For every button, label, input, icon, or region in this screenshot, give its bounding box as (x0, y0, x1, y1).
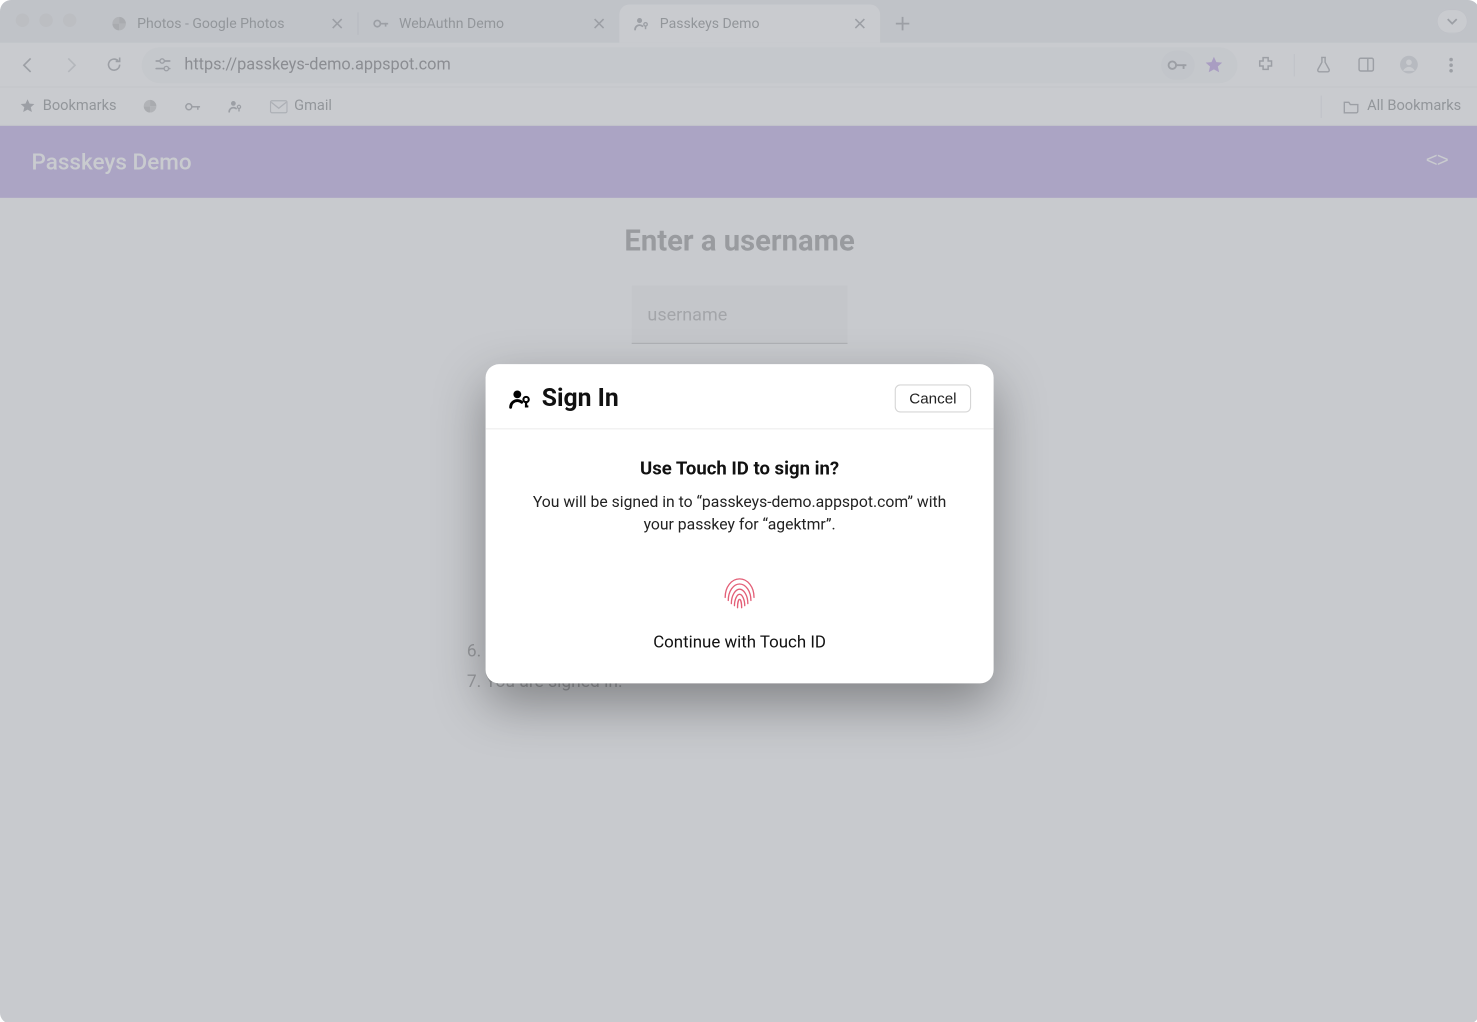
signin-dialog: Sign In Cancel Use Touch ID to sign in? … (486, 364, 994, 683)
continue-touchid-label: Continue with Touch ID (517, 631, 962, 651)
passkey-icon (508, 386, 533, 411)
browser-window: Photos - Google Photos WebAuthn Demo (0, 0, 1477, 1022)
dialog-question: Use Touch ID to sign in? (517, 459, 962, 480)
fingerprint-icon[interactable] (715, 566, 764, 615)
cancel-button[interactable]: Cancel (895, 384, 971, 412)
dialog-message: You will be signed in to “passkeys-demo.… (517, 491, 962, 537)
dialog-title: Sign In (542, 384, 619, 412)
